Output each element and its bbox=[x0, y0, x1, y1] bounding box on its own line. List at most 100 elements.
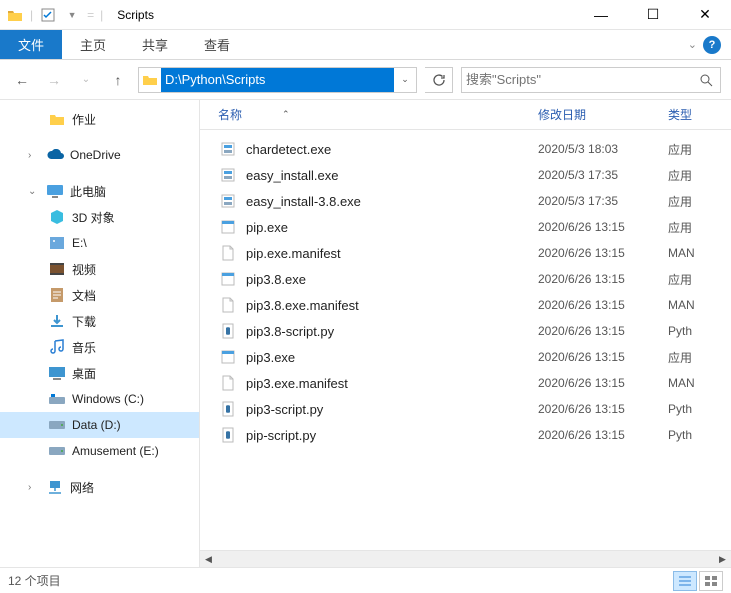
help-icon[interactable]: ? bbox=[703, 36, 721, 54]
tree-item[interactable]: 音乐 bbox=[0, 334, 199, 360]
file-row[interactable]: pip3.8-script.py 2020/6/26 13:15 Pyth bbox=[218, 318, 731, 344]
chevron-right-icon[interactable]: › bbox=[28, 150, 40, 161]
tree-item[interactable]: 作业 bbox=[0, 106, 199, 132]
file-row[interactable]: pip3.8.exe.manifest 2020/6/26 13:15 MAN bbox=[218, 292, 731, 318]
ribbon-expand[interactable]: ⌄ ? bbox=[688, 30, 731, 59]
navigation-pane[interactable]: 作业 ›OneDrive ⌄此电脑 3D 对象 E:\ 视频文档下载音乐桌面 Windows… bbox=[0, 100, 200, 567]
titlebar: | ▼ = | Scripts — ☐ ✕ bbox=[0, 0, 731, 30]
tree-item[interactable]: Amusement (E:) bbox=[0, 438, 199, 464]
network-icon bbox=[46, 478, 64, 496]
checkbox-icon[interactable] bbox=[39, 6, 57, 24]
scroll-left-icon[interactable]: ◀ bbox=[200, 551, 217, 568]
file-icon bbox=[218, 321, 238, 341]
file-type: 应用 bbox=[668, 141, 731, 158]
minimize-button[interactable]: — bbox=[581, 1, 621, 29]
file-row[interactable]: pip.exe.manifest 2020/6/26 13:15 MAN bbox=[218, 240, 731, 266]
tree-item[interactable]: 桌面 bbox=[0, 360, 199, 386]
refresh-button[interactable] bbox=[425, 67, 453, 93]
file-icon bbox=[218, 399, 238, 419]
file-list[interactable]: chardetect.exe 2020/5/3 18:03 应用 easy_in… bbox=[200, 130, 731, 550]
address-input[interactable] bbox=[161, 68, 394, 92]
ribbon-tab[interactable]: 查看 bbox=[186, 30, 248, 59]
view-details-button[interactable] bbox=[673, 571, 697, 591]
file-date: 2020/6/26 13:15 bbox=[538, 402, 668, 416]
column-headers[interactable]: 名称 ⌃ 修改日期 类型 bbox=[200, 100, 731, 130]
qat-dropdown-icon[interactable]: ▼ bbox=[63, 6, 81, 24]
tree-item[interactable]: 下载 bbox=[0, 308, 199, 334]
tree-item-label: 3D 对象 bbox=[72, 209, 115, 226]
ribbon-tab[interactable]: 文件 bbox=[0, 30, 62, 59]
ribbon-tab[interactable]: 主页 bbox=[62, 30, 124, 59]
search-input[interactable] bbox=[466, 72, 696, 87]
column-type[interactable]: 类型 bbox=[668, 106, 731, 123]
file-name: pip3.exe bbox=[246, 350, 538, 365]
tree-item-label: 文档 bbox=[72, 287, 96, 304]
file-name: pip.exe bbox=[246, 220, 538, 235]
search-icon[interactable] bbox=[696, 73, 716, 87]
file-row[interactable]: pip3-script.py 2020/6/26 13:15 Pyth bbox=[218, 396, 731, 422]
view-icons-button[interactable] bbox=[699, 571, 723, 591]
file-row[interactable]: pip3.exe.manifest 2020/6/26 13:15 MAN bbox=[218, 370, 731, 396]
file-row[interactable]: pip.exe 2020/6/26 13:15 应用 bbox=[218, 214, 731, 240]
file-name: pip3.exe.manifest bbox=[246, 376, 538, 391]
up-button[interactable]: ↑ bbox=[106, 68, 130, 92]
horizontal-scrollbar[interactable]: ◀ ▶ bbox=[200, 550, 731, 567]
file-date: 2020/6/26 13:15 bbox=[538, 428, 668, 442]
scroll-right-icon[interactable]: ▶ bbox=[714, 551, 731, 568]
tree-item[interactable]: › 网络 bbox=[0, 474, 199, 500]
file-name: easy_install.exe bbox=[246, 168, 538, 183]
folder-icon bbox=[139, 74, 161, 86]
scroll-track[interactable] bbox=[217, 551, 714, 568]
chevron-down-icon: ⌄ bbox=[688, 38, 697, 51]
tree-item[interactable]: 视频 bbox=[0, 256, 199, 282]
tree-item[interactable]: 文档 bbox=[0, 282, 199, 308]
chevron-right-icon[interactable]: › bbox=[28, 482, 40, 493]
tree-item[interactable]: E:\ bbox=[0, 230, 199, 256]
tree-item-label: 作业 bbox=[72, 111, 96, 128]
tree-item[interactable]: ⌄此电脑 bbox=[0, 178, 199, 204]
qat-separator: = bbox=[87, 8, 94, 22]
file-row[interactable]: pip3.8.exe 2020/6/26 13:15 应用 bbox=[218, 266, 731, 292]
file-name: chardetect.exe bbox=[246, 142, 538, 157]
qat-separator: | bbox=[100, 8, 103, 22]
chevron-down-icon[interactable]: ⌄ bbox=[28, 186, 40, 197]
ribbon-tab[interactable]: 共享 bbox=[124, 30, 186, 59]
file-icon bbox=[218, 165, 238, 185]
file-date: 2020/6/26 13:15 bbox=[538, 350, 668, 364]
file-icon bbox=[218, 191, 238, 211]
tree-item-label: 网络 bbox=[70, 479, 94, 496]
file-row[interactable]: pip3.exe 2020/6/26 13:15 应用 bbox=[218, 344, 731, 370]
tree-item-label: 下载 bbox=[72, 313, 96, 330]
column-name-label: 名称 bbox=[218, 106, 242, 123]
close-button[interactable]: ✕ bbox=[685, 1, 725, 29]
back-button[interactable]: ← bbox=[10, 68, 34, 92]
3d-icon bbox=[48, 208, 66, 226]
tree-item-label: 桌面 bbox=[72, 365, 96, 382]
maximize-button[interactable]: ☐ bbox=[633, 1, 673, 29]
column-date[interactable]: 修改日期 bbox=[538, 106, 668, 123]
address-bar[interactable]: ⌄ bbox=[138, 67, 417, 93]
file-name: pip-script.py bbox=[246, 428, 538, 443]
view-switcher bbox=[673, 571, 723, 591]
file-row[interactable]: easy_install-3.8.exe 2020/5/3 17:35 应用 bbox=[218, 188, 731, 214]
tree-item-label: 视频 bbox=[72, 261, 96, 278]
file-row[interactable]: pip-script.py 2020/6/26 13:15 Pyth bbox=[218, 422, 731, 448]
tree-item[interactable]: Windows (C:) bbox=[0, 386, 199, 412]
file-type: 应用 bbox=[668, 271, 731, 288]
tree-item[interactable]: 3D 对象 bbox=[0, 204, 199, 230]
tree-item[interactable]: Data (D:) bbox=[0, 412, 199, 438]
file-row[interactable]: easy_install.exe 2020/5/3 17:35 应用 bbox=[218, 162, 731, 188]
file-icon bbox=[218, 347, 238, 367]
forward-button[interactable]: → bbox=[42, 68, 66, 92]
file-name: pip.exe.manifest bbox=[246, 246, 538, 261]
drive-icon bbox=[48, 442, 66, 460]
tree-item-label: Data (D:) bbox=[72, 418, 121, 432]
file-row[interactable]: chardetect.exe 2020/5/3 18:03 应用 bbox=[218, 136, 731, 162]
column-name[interactable]: 名称 ⌃ bbox=[218, 106, 538, 123]
search-box[interactable] bbox=[461, 67, 721, 93]
history-dropdown[interactable]: ⌄ bbox=[74, 68, 98, 92]
tree-item[interactable]: ›OneDrive bbox=[0, 142, 199, 168]
file-date: 2020/6/26 13:15 bbox=[538, 324, 668, 338]
file-type: 应用 bbox=[668, 193, 731, 210]
address-dropdown-icon[interactable]: ⌄ bbox=[394, 74, 416, 85]
